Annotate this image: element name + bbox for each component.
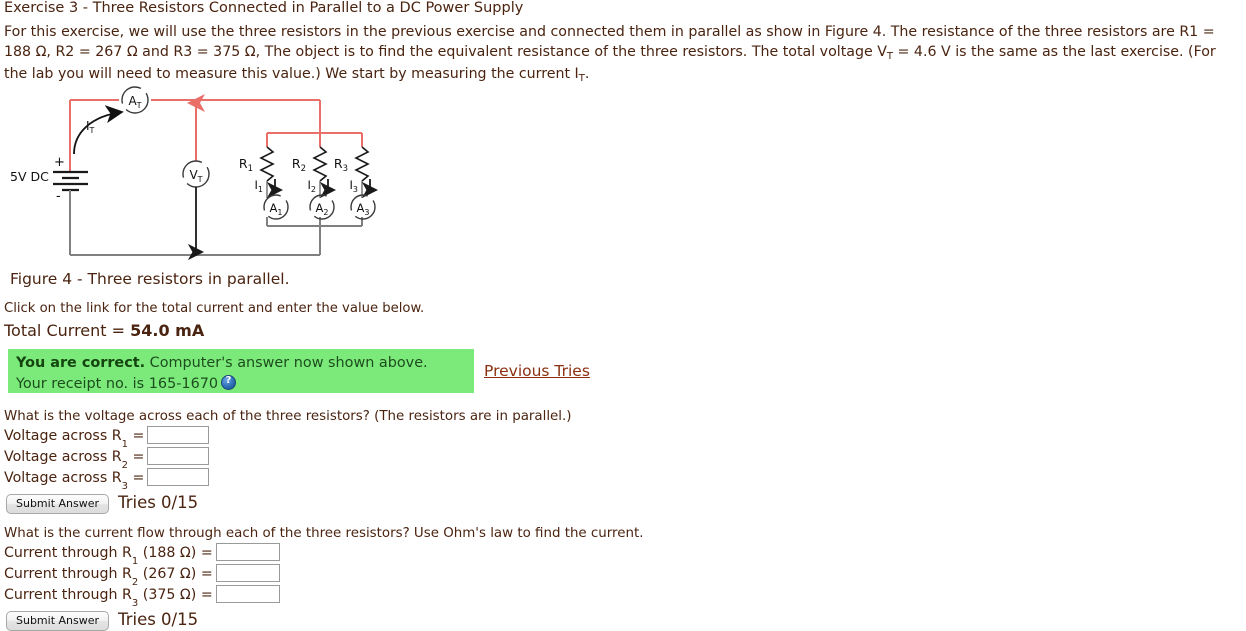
current-2-label: I2 bbox=[308, 178, 317, 194]
tries-counter-2: Tries 0/15 bbox=[118, 610, 199, 629]
submit-answer-button-1[interactable]: Submit Answer bbox=[6, 494, 110, 514]
voltage-row-3: Voltage across R3 = bbox=[4, 468, 210, 492]
supply-label: 5V DC bbox=[10, 169, 49, 184]
page-title: Exercise 3 - Three Resistors Connected i… bbox=[4, 0, 524, 16]
current-row-1-suffix: (188 Ω) = bbox=[138, 545, 213, 561]
correct-line-2: Your receipt no. is 165-1670 bbox=[16, 373, 466, 394]
voltage-row-2-suffix: = bbox=[127, 449, 145, 465]
voltmeter-label: VT bbox=[189, 168, 202, 184]
correct-line-1: You are correct. Computer's answer now s… bbox=[16, 353, 466, 373]
current-input-r1[interactable] bbox=[215, 543, 280, 561]
current-row-3-label: Current through R bbox=[4, 587, 132, 603]
voltage-input-r2[interactable] bbox=[147, 447, 210, 465]
current-row-2-label: Current through R bbox=[4, 566, 132, 582]
current-input-r2[interactable] bbox=[215, 564, 280, 582]
question-1-prompt: What is the voltage across each of the t… bbox=[4, 409, 572, 424]
current-row-3: Current through R3 (375 Ω) = bbox=[4, 585, 280, 609]
question-2-prompt: What is the current flow through each of… bbox=[4, 526, 644, 541]
current-input-r3[interactable] bbox=[215, 585, 280, 603]
question-2-submit-row: Submit Answer Tries 0/15 bbox=[6, 609, 198, 631]
intro-subscript-t1: T bbox=[886, 51, 894, 62]
exercise-page: Exercise 3 - Three Resistors Connected i… bbox=[0, 0, 1246, 631]
battery-plus-label: + bbox=[54, 155, 65, 170]
correct-answer-box: You are correct. Computer's answer now s… bbox=[8, 349, 474, 393]
voltage-row-2-label: Voltage across R bbox=[4, 449, 122, 465]
ammeter-2-label: A2 bbox=[316, 201, 329, 217]
correct-bold-text: You are correct. bbox=[16, 355, 146, 371]
resistor-3-symbol bbox=[354, 146, 370, 182]
intro-subscript-t2: T bbox=[578, 73, 585, 84]
figure-caption: Figure 4 - Three resistors in parallel. bbox=[10, 270, 290, 288]
current-row-3-subscript: 3 bbox=[131, 597, 139, 609]
resistor-2-label: R2 bbox=[292, 156, 306, 174]
resistor-1-symbol bbox=[259, 146, 275, 182]
total-current-row: Total Current = 54.0 mA bbox=[4, 321, 204, 340]
circuit-diagram: AT IT 5V DC + - VT R1 I1 A1 R2 I2 A2 R3 … bbox=[0, 86, 420, 266]
current-row-1-label: Current through R bbox=[4, 545, 132, 561]
total-current-arrow bbox=[73, 105, 124, 155]
current-row-2-suffix: (267 Ω) = bbox=[138, 566, 213, 582]
voltage-row-3-label: Voltage across R bbox=[4, 470, 122, 486]
resistor-2-symbol bbox=[312, 146, 328, 182]
intro-text-part3: . bbox=[584, 66, 590, 82]
ammeter-1-label: A1 bbox=[270, 201, 283, 217]
resistor-3-label: R3 bbox=[334, 156, 348, 174]
current-3-label: I3 bbox=[350, 178, 359, 194]
current-row-2: Current through R2 (267 Ω) = bbox=[4, 564, 280, 588]
intro-paragraph: For this exercise, we will use the three… bbox=[4, 22, 1238, 86]
voltage-row-1-label: Voltage across R bbox=[4, 428, 122, 444]
voltage-row-3-subscript: 3 bbox=[121, 480, 128, 492]
voltage-row-1-suffix: = bbox=[127, 428, 145, 444]
current-row-1: Current through R1 (188 Ω) = bbox=[4, 543, 280, 567]
voltage-input-r3[interactable] bbox=[147, 468, 210, 486]
previous-tries-link[interactable]: Previous Tries bbox=[484, 362, 590, 380]
voltage-row-2: Voltage across R2 = bbox=[4, 447, 210, 471]
ammeter-3-label: A3 bbox=[357, 201, 370, 217]
tries-counter-1: Tries 0/15 bbox=[118, 493, 199, 512]
question-1-submit-row: Submit Answer Tries 0/15 bbox=[6, 492, 198, 514]
total-ammeter-label: AT bbox=[128, 94, 141, 110]
current-row-3-suffix: (375 Ω) = bbox=[138, 587, 213, 603]
total-current-label: Total Current = bbox=[4, 321, 131, 340]
current-1-label: I1 bbox=[255, 178, 264, 194]
question-mark-icon[interactable] bbox=[221, 374, 237, 390]
correct-rest-text: Computer's answer now shown above. bbox=[145, 355, 428, 371]
voltage-input-r1[interactable] bbox=[147, 426, 210, 444]
voltage-row-3-suffix: = bbox=[127, 470, 145, 486]
resistor-1-label: R1 bbox=[239, 156, 253, 174]
total-current-value: 54.0 mA bbox=[130, 321, 205, 340]
battery-minus-label: - bbox=[56, 189, 61, 204]
voltage-row-1: Voltage across R1 = bbox=[4, 426, 210, 450]
instruction-text: Click on the link for the total current … bbox=[4, 301, 425, 316]
receipt-text: Your receipt no. is 165-1670 bbox=[16, 376, 219, 392]
submit-answer-button-2[interactable]: Submit Answer bbox=[6, 611, 110, 631]
